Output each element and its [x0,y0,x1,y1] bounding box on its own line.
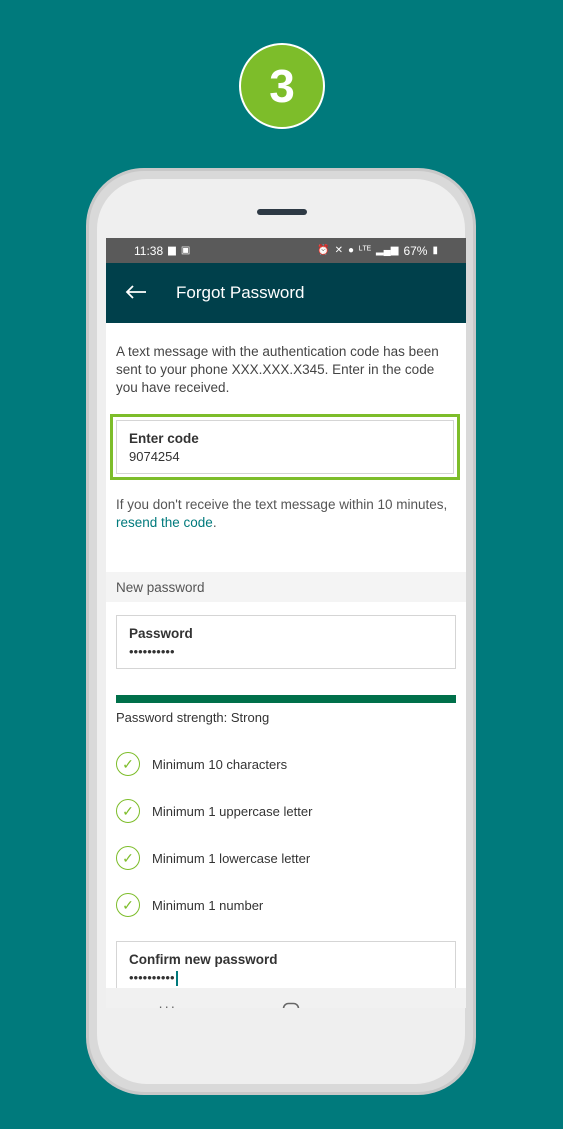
password-strength-label: Password strength: Strong [116,710,270,725]
status-time: 11:38 [134,243,164,258]
code-field-label: Enter code [129,431,199,446]
rule-label: Minimum 1 uppercase letter [152,803,313,819]
help-text-body: If you don't receive the text message wi… [116,497,448,512]
check-circle-icon: ✓ [116,893,140,917]
rule-item: ✓ Minimum 1 lowercase letter [116,846,310,870]
message-icon: ▆ [168,245,176,256]
rule-item: ✓ Minimum 10 characters [116,752,287,776]
confirm-password-dots: •••••••••• [129,970,175,985]
mute-icon: ✕ [334,245,343,256]
step-badge: 3 [239,43,325,129]
rule-item: ✓ Minimum 1 uppercase letter [116,799,312,823]
password-field[interactable]: Password •••••••••• [116,615,456,669]
lte-icon: ᴸᵀᴱ [359,245,371,256]
page-title: Forgot Password [176,283,305,302]
rule-label: Minimum 10 characters [152,756,288,772]
phone-screen: 11:38 ▆ ▣ ⏰ ✕ ● ᴸᵀᴱ ▂▄▆ 67% ▮ Forgot Pas… [106,238,466,1008]
confirm-password-label: Confirm new password [129,952,278,967]
home-icon[interactable] [282,1002,300,1008]
nav-back-icon[interactable]: ‹ [405,999,414,1009]
check-circle-icon: ✓ [116,799,140,823]
phone-speaker [257,209,307,215]
image-icon: ▣ [180,245,191,256]
password-strength-bar [116,695,456,703]
help-text: If you don't receive the text message wi… [116,496,456,532]
password-field-label: Password [129,626,193,641]
battery-icon: ▮ [432,245,438,256]
battery-percent: 67% [403,243,428,258]
rule-label: Minimum 1 lowercase letter [152,850,311,866]
check-circle-icon: ✓ [116,752,140,776]
back-arrow-icon[interactable] [124,279,158,307]
app-bar: Forgot Password [106,263,466,323]
text-cursor [175,971,178,987]
rule-item: ✓ Minimum 1 number [116,893,263,917]
status-bar: 11:38 ▆ ▣ ⏰ ✕ ● ᴸᵀᴱ ▂▄▆ 67% ▮ [106,238,466,263]
signal-icon: ▂▄▆ [375,245,399,256]
location-icon: ● [347,245,355,256]
code-field-value: 9074254 [129,449,180,464]
resend-code-link[interactable]: resend the code [116,515,213,530]
help-text-suffix: . [212,515,217,530]
alarm-icon: ⏰ [317,245,330,256]
new-password-heading: New password [106,572,466,602]
android-nav-bar: ||| ‹ [106,988,466,1008]
confirm-password-value: •••••••••• [129,970,178,987]
code-field-highlight: Enter code 9074254 [110,414,460,480]
recents-icon[interactable]: ||| [158,1005,176,1008]
intro-text: A text message with the authentication c… [116,344,439,395]
password-field-value: •••••••••• [129,644,175,659]
phone-frame: 11:38 ▆ ▣ ⏰ ✕ ● ᴸᵀᴱ ▂▄▆ 67% ▮ Forgot Pas… [86,168,476,1095]
check-circle-icon: ✓ [116,846,140,870]
code-field[interactable]: Enter code 9074254 [116,420,454,474]
rule-label: Minimum 1 number [152,897,264,913]
